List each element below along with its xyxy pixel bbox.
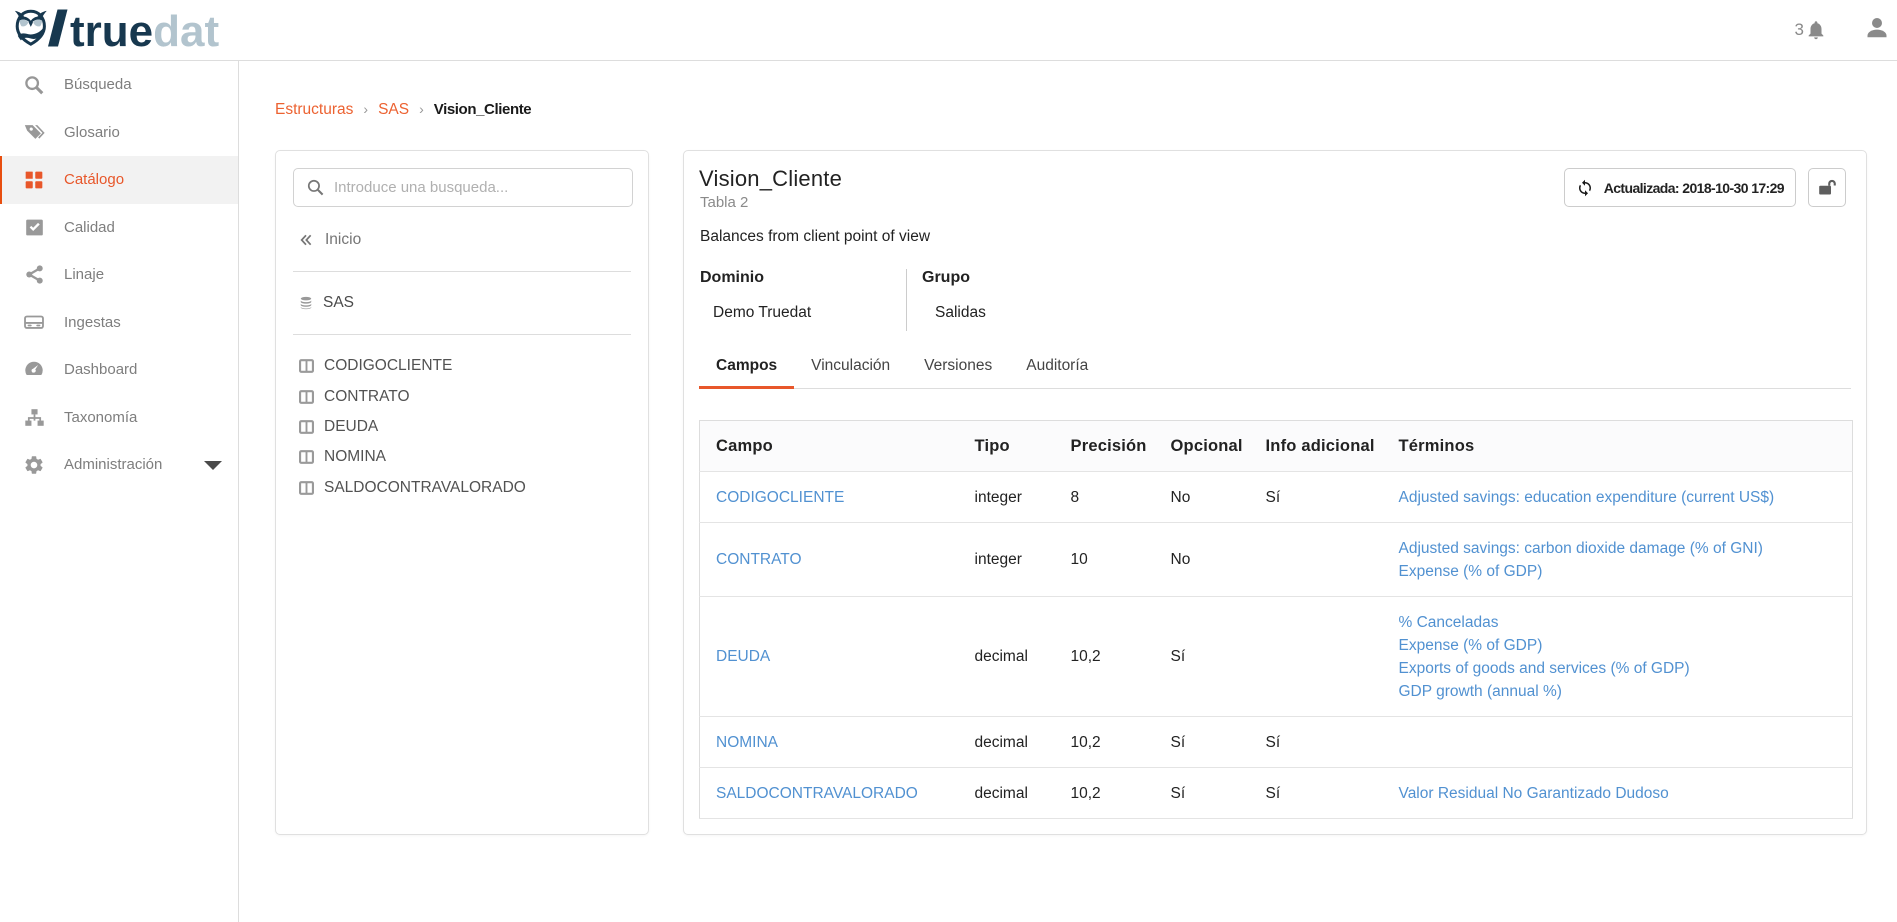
svg-text:truedat: truedat <box>70 7 219 54</box>
